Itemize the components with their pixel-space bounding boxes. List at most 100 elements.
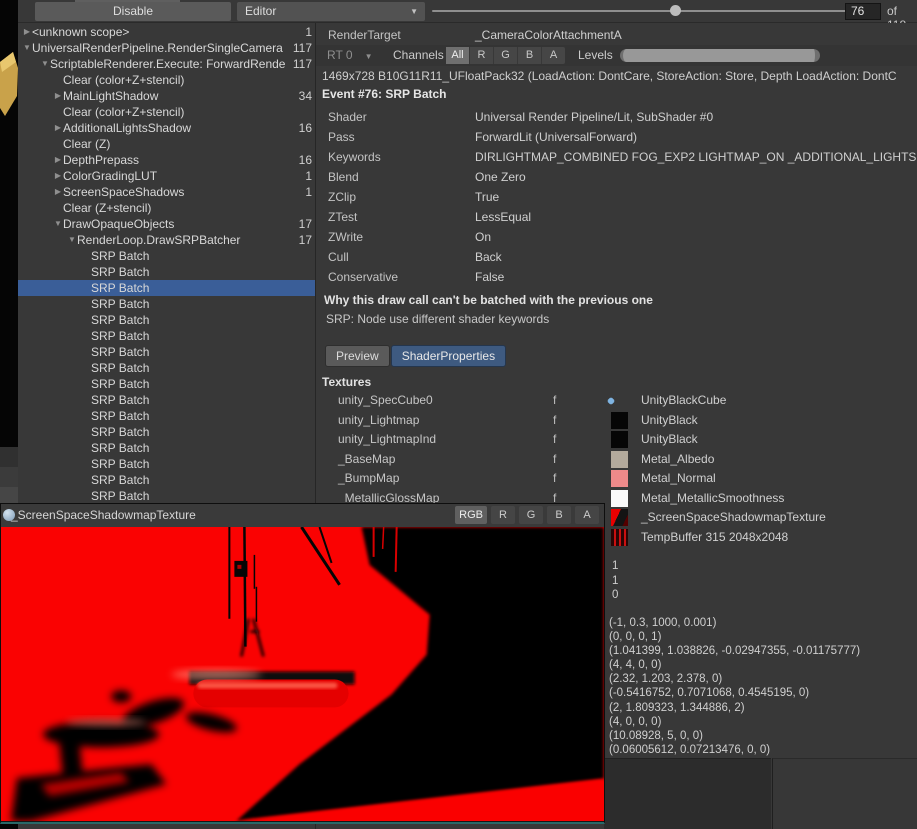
tree-row[interactable]: SRP Batch [18, 408, 315, 424]
expand-arrow-icon[interactable] [81, 296, 91, 312]
property-label: Cull [328, 247, 349, 267]
expand-arrow-icon[interactable]: ▶ [53, 168, 63, 184]
expand-arrow-icon[interactable] [81, 312, 91, 328]
expand-arrow-icon[interactable]: ▶ [53, 184, 63, 200]
property-label: ZWrite [328, 227, 363, 247]
tree-item-count [286, 72, 315, 88]
texture-row[interactable]: unity_Lightmap f UnityBlack [316, 411, 917, 431]
expand-arrow-icon[interactable]: ▼ [40, 56, 50, 72]
tree-row[interactable]: ▼ DrawOpaqueObjects 17 [18, 216, 315, 232]
preview-titlebar[interactable]: _ScreenSpaceShadowmapTexture RGBRGBA [1, 504, 604, 528]
expand-arrow-icon[interactable] [81, 488, 91, 504]
tree-row[interactable]: ▼ UniversalRenderPipeline.RenderSingleCa… [18, 40, 315, 56]
tree-row[interactable]: SRP Batch [18, 328, 315, 344]
render-target-toolbar: RT 0▼ Channels AllRGBA Levels [316, 45, 917, 66]
tree-row[interactable]: SRP Batch [18, 488, 315, 504]
channel-button[interactable]: G [494, 47, 518, 64]
tree-row[interactable]: SRP Batch [18, 376, 315, 392]
levels-range-slider[interactable] [620, 49, 820, 62]
frame-number-input[interactable]: 76 [845, 3, 881, 20]
tree-item-label: Clear (color+Z+stencil) [63, 72, 286, 88]
expand-arrow-icon[interactable]: ▶ [22, 24, 32, 40]
tree-row[interactable]: ▶ MainLightShadow 34 [18, 88, 315, 104]
expand-arrow-icon[interactable] [53, 72, 63, 88]
target-selector-dropdown[interactable]: Editor ▼ [237, 2, 425, 21]
expand-arrow-icon[interactable] [81, 376, 91, 392]
expand-arrow-icon[interactable] [81, 392, 91, 408]
tree-row[interactable]: ▼ RenderLoop.DrawSRPBatcher 17 [18, 232, 315, 248]
frame-slider-handle[interactable] [670, 5, 681, 16]
tree-row[interactable]: SRP Batch [18, 440, 315, 456]
texture-property-name: unity_Lightmap [338, 413, 419, 427]
tree-row[interactable]: ▶ DepthPrepass 16 [18, 152, 315, 168]
tree-row[interactable]: SRP Batch [18, 344, 315, 360]
expand-arrow-icon[interactable] [81, 248, 91, 264]
tree-row[interactable]: SRP Batch [18, 248, 315, 264]
expand-arrow-icon[interactable] [81, 280, 91, 296]
channel-button[interactable]: A [542, 47, 565, 64]
expand-arrow-icon[interactable] [81, 472, 91, 488]
texture-row[interactable]: _BumpMap f Metal_Normal [316, 469, 917, 489]
texture-property-name: unity_LightmapInd [338, 432, 436, 446]
tree-row[interactable]: Clear (color+Z+stencil) [18, 104, 315, 120]
tree-row[interactable]: ▼ ScriptableRenderer.Execute: ForwardRen… [18, 56, 315, 72]
texture-fragment-flag: f [553, 393, 556, 407]
expand-arrow-icon[interactable] [53, 136, 63, 152]
texture-row[interactable]: _BaseMap f Metal_Albedo [316, 450, 917, 470]
expand-arrow-icon[interactable]: ▶ [53, 120, 63, 136]
tree-row[interactable]: ▶ <unknown scope> 1 [18, 24, 315, 40]
expand-arrow-icon[interactable] [81, 328, 91, 344]
disable-button[interactable]: Disable [35, 2, 231, 21]
expand-arrow-icon[interactable]: ▶ [53, 152, 63, 168]
expand-arrow-icon[interactable] [81, 440, 91, 456]
preview-channel-button[interactable]: A [575, 506, 599, 524]
channel-button[interactable]: B [518, 47, 542, 64]
tree-item-label: SRP Batch [91, 488, 286, 504]
frame-slider-track[interactable] [432, 10, 852, 12]
expand-arrow-icon[interactable]: ▼ [22, 40, 32, 56]
expand-arrow-icon[interactable] [81, 264, 91, 280]
tree-row[interactable]: SRP Batch [18, 424, 315, 440]
tree-row[interactable]: SRP Batch [18, 264, 315, 280]
property-row: Blend One Zero [316, 167, 917, 187]
expand-arrow-icon[interactable] [81, 408, 91, 424]
float-values-list: 110 [612, 559, 618, 603]
tree-row[interactable]: SRP Batch [18, 392, 315, 408]
preview-channel-button[interactable]: RGB [455, 506, 487, 524]
preview-channel-button[interactable]: G [519, 506, 543, 524]
tree-row[interactable]: ▶ ScreenSpaceShadows 1 [18, 184, 315, 200]
shader-state-properties: Shader Universal Render Pipeline/Lit, Su… [316, 107, 917, 287]
expand-arrow-icon[interactable] [53, 200, 63, 216]
texture-asset-name: _ScreenSpaceShadowmapTexture [641, 510, 826, 524]
texture-row[interactable]: unity_SpecCube0 f UnityBlackCube [316, 391, 917, 411]
tree-row[interactable]: SRP Batch [18, 296, 315, 312]
expand-arrow-icon[interactable] [81, 424, 91, 440]
texture-row[interactable]: unity_LightmapInd f UnityBlack [316, 430, 917, 450]
tree-row[interactable]: Clear (color+Z+stencil) [18, 72, 315, 88]
rt-index-dropdown[interactable]: RT 0▼ [327, 45, 373, 67]
texture-asset-name: Metal_MetallicSmoothness [641, 491, 784, 505]
detail-tab[interactable]: Preview [325, 345, 390, 367]
tree-row[interactable]: SRP Batch [18, 472, 315, 488]
expand-arrow-icon[interactable]: ▼ [67, 232, 77, 248]
detail-tab[interactable]: ShaderProperties [391, 345, 506, 367]
tree-row[interactable]: ▶ ColorGradingLUT 1 [18, 168, 315, 184]
preview-channel-button[interactable]: R [491, 506, 515, 524]
tree-row[interactable]: SRP Batch [18, 456, 315, 472]
expand-arrow-icon[interactable] [81, 360, 91, 376]
render-target-label: RenderTarget [328, 25, 401, 45]
expand-arrow-icon[interactable]: ▶ [53, 88, 63, 104]
tree-row[interactable]: SRP Batch [18, 280, 315, 296]
tree-row[interactable]: SRP Batch [18, 312, 315, 328]
expand-arrow-icon[interactable] [53, 104, 63, 120]
preview-channel-button[interactable]: B [547, 506, 571, 524]
tree-row[interactable]: SRP Batch [18, 360, 315, 376]
channel-button[interactable]: All [446, 47, 470, 64]
expand-arrow-icon[interactable] [81, 344, 91, 360]
channel-button[interactable]: R [470, 47, 494, 64]
expand-arrow-icon[interactable]: ▼ [53, 216, 63, 232]
tree-row[interactable]: Clear (Z+stencil) [18, 200, 315, 216]
expand-arrow-icon[interactable] [81, 456, 91, 472]
tree-row[interactable]: ▶ AdditionalLightsShadow 16 [18, 120, 315, 136]
tree-row[interactable]: Clear (Z) [18, 136, 315, 152]
